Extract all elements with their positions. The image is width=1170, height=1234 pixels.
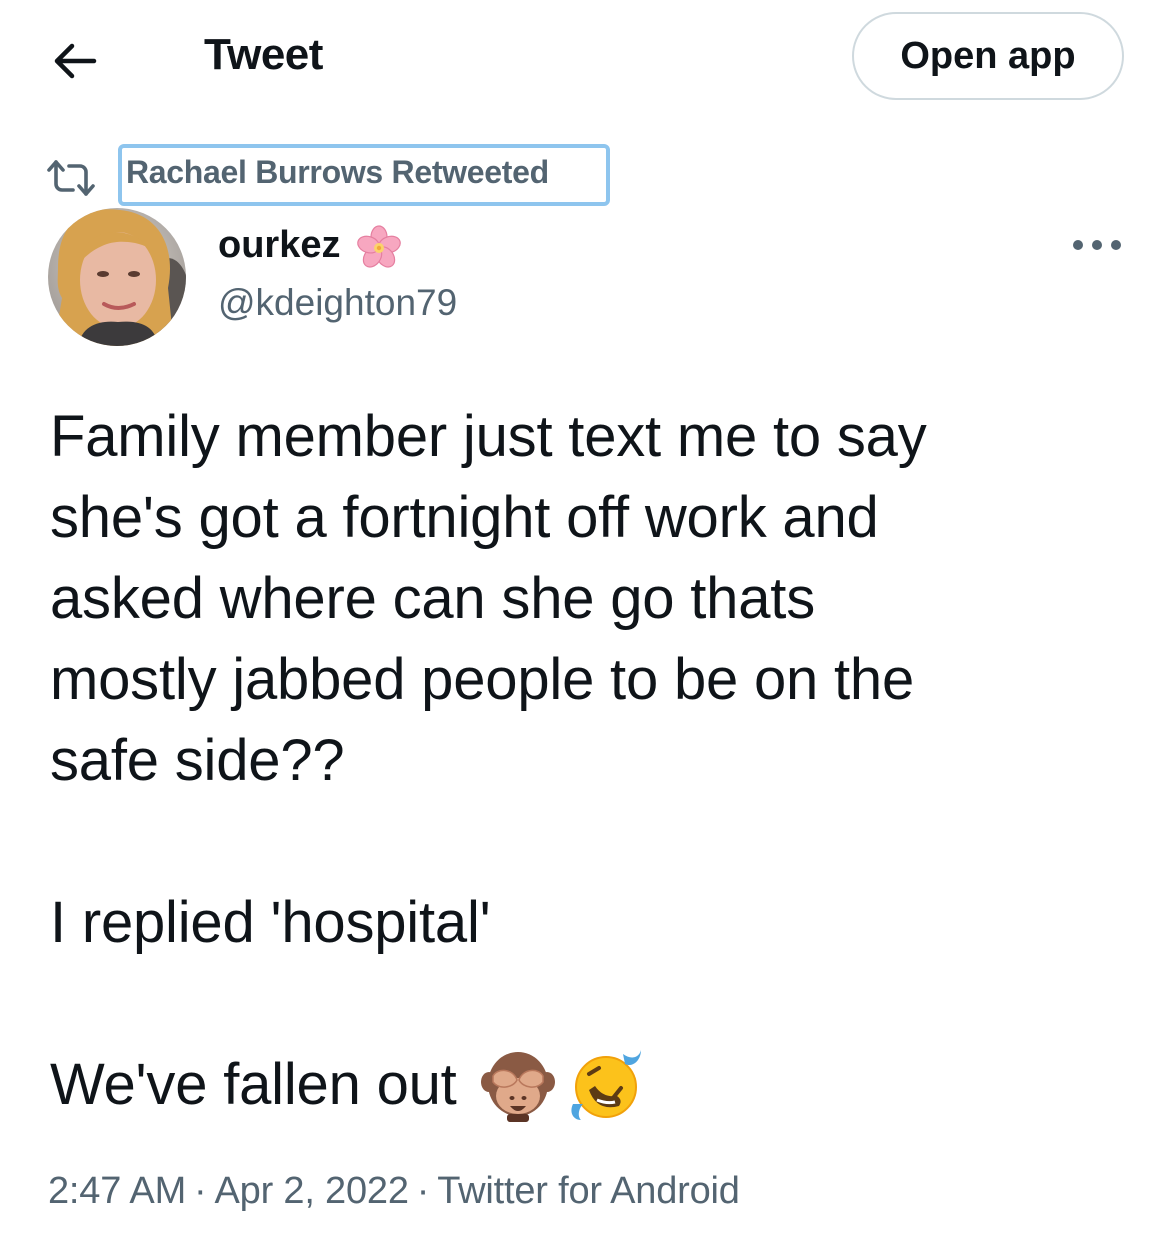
tweet-text-line: she's got a fortnight off work and — [50, 485, 879, 550]
tweet-date[interactable]: Apr 2, 2022 — [215, 1170, 409, 1212]
author-name[interactable]: ourkez — [218, 224, 340, 267]
cherry-blossom-icon — [354, 224, 404, 272]
author-handle[interactable]: @kdeighton79 — [218, 282, 457, 324]
tweet-source[interactable]: Twitter for Android — [437, 1170, 740, 1212]
tweet-page: Tweet Open app Rachael Burrows Retweeted — [0, 0, 1170, 1234]
more-options-icon[interactable] — [1070, 236, 1124, 254]
tweet-text-line: asked where can she go thats — [50, 566, 815, 631]
page-title: Tweet — [204, 30, 323, 79]
retweeted-by-label[interactable]: Rachael Burrows Retweeted — [126, 154, 549, 191]
tweet-meta: 2:47 AM · Apr 2, 2022 · Twitter for Android — [48, 1170, 740, 1213]
tweet-closing-line: We've fallen out — [50, 1044, 1130, 1125]
tweet-closing-text: We've fallen out — [50, 1052, 457, 1117]
tweet-text-line: mostly jabbed people to be on the — [50, 647, 915, 712]
avatar[interactable] — [48, 208, 186, 346]
meta-separator: · — [194, 1170, 207, 1212]
meta-separator: · — [416, 1170, 430, 1212]
tweet-text-line: Family member just text me to say — [50, 404, 927, 469]
tweet-reply-line: I replied 'hospital' — [50, 890, 491, 955]
tweet-text-line: safe side?? — [50, 728, 345, 793]
see-no-evil-monkey-icon — [479, 1046, 557, 1124]
open-app-button[interactable]: Open app — [852, 12, 1124, 100]
arrow-left-icon[interactable] — [50, 36, 100, 86]
retweet-icon — [46, 158, 96, 198]
rolling-on-floor-laughing-icon — [567, 1046, 645, 1124]
tweet-text: Family member just text me to say she's … — [50, 396, 1130, 1125]
tweet-time[interactable]: 2:47 AM — [48, 1170, 186, 1212]
